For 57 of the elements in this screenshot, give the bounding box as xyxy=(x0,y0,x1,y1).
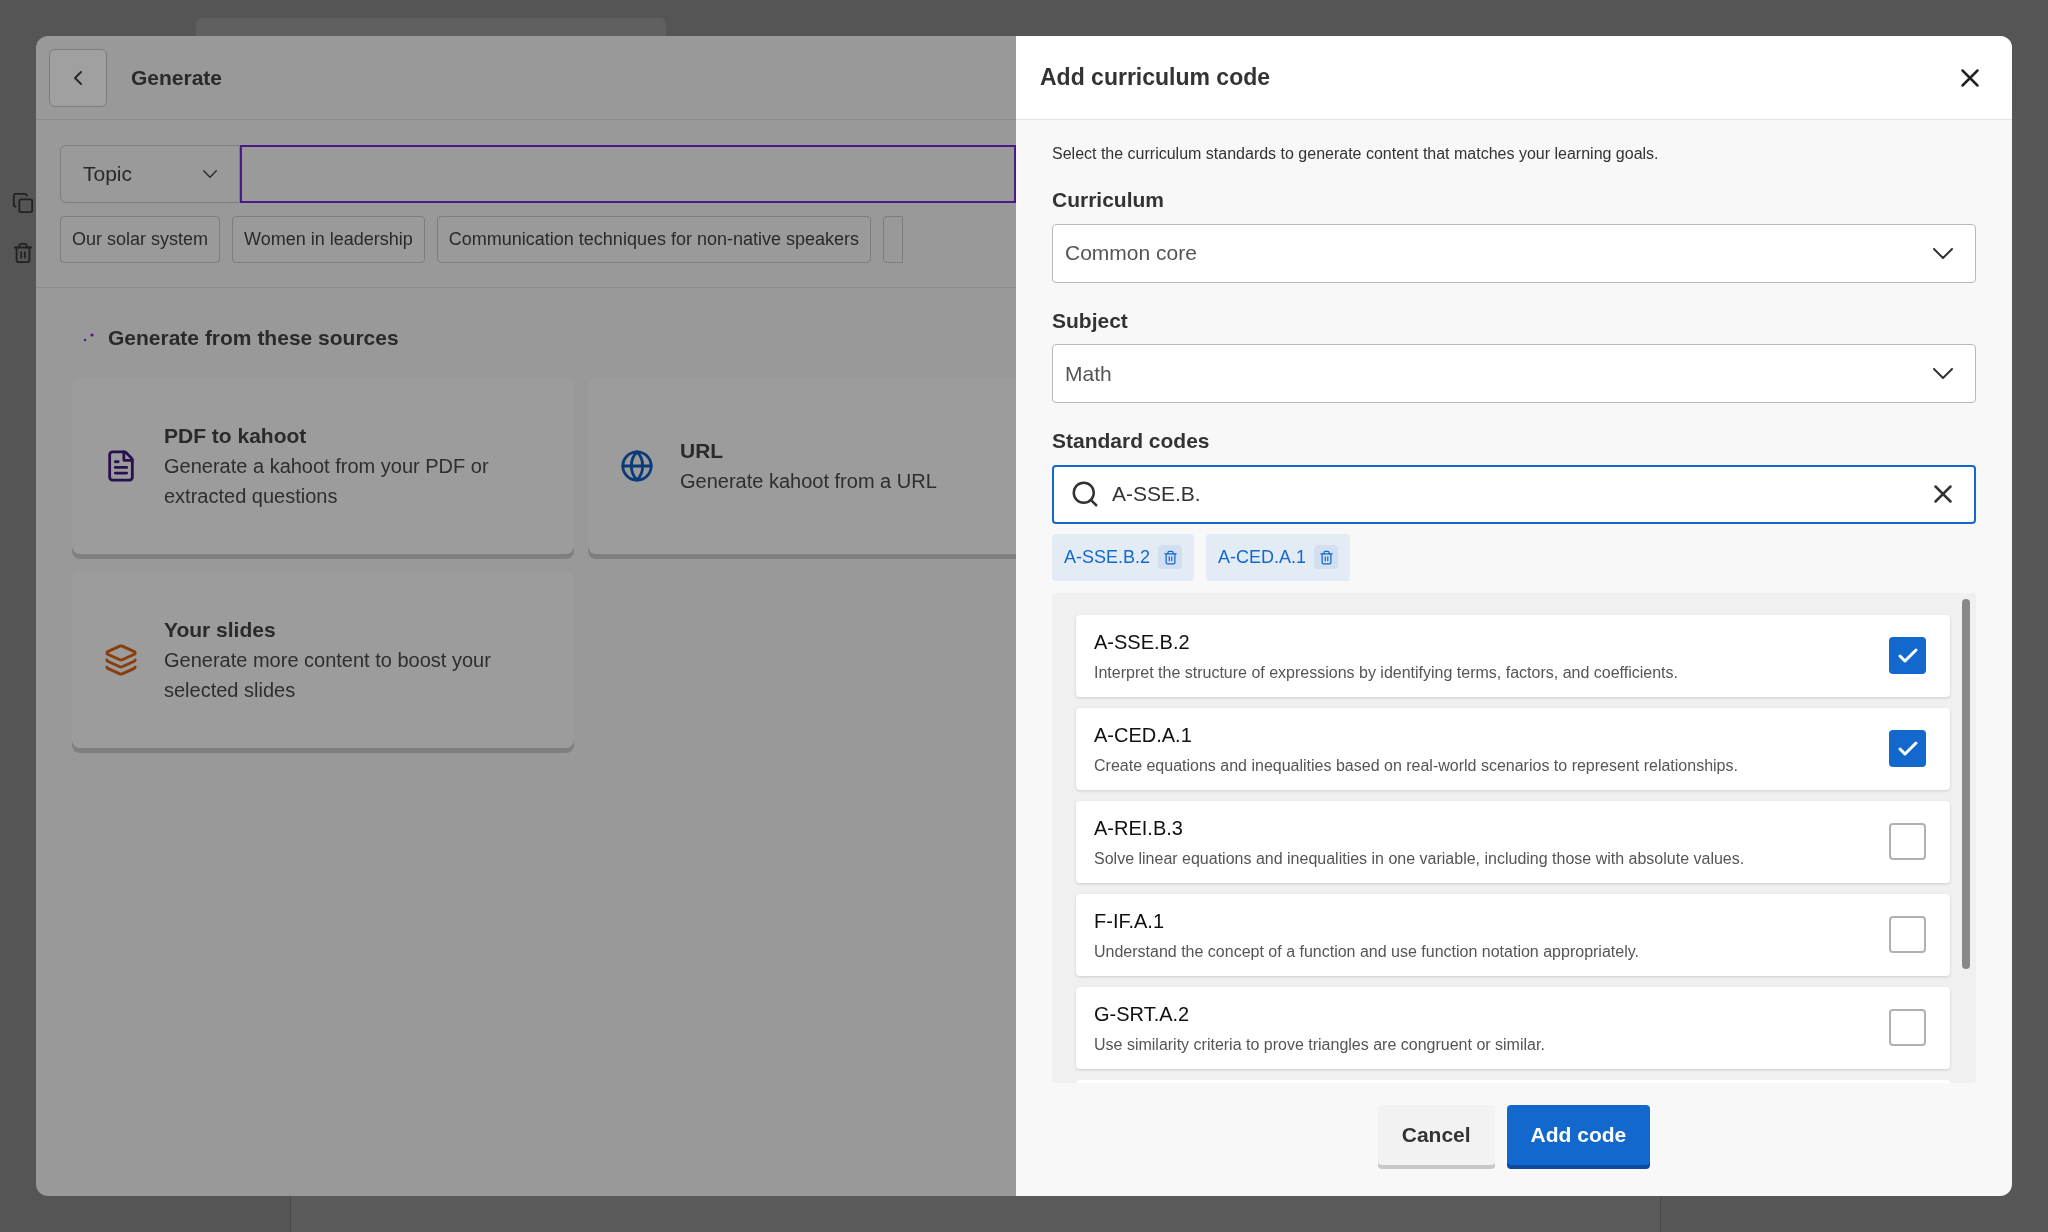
dialog-title: Add curriculum code xyxy=(1040,63,1271,93)
source-title: Your slides xyxy=(164,616,277,643)
panel-title: Generate xyxy=(131,64,223,91)
search-icon xyxy=(1070,479,1100,509)
option-code: F-IF.A.1 xyxy=(1094,908,1165,934)
code-option[interactable]: A-SSE.B.2 Interpret the structure of expressions by identifying terms, factors, and coefficients. xyxy=(1076,614,1950,697)
code-option[interactable]: A-CED.A.1 Create equations and inequalities based on real-world scenarios to represent relationships. xyxy=(1076,707,1950,790)
subject-select[interactable]: Math xyxy=(1052,344,1976,403)
field-label: Subject xyxy=(1052,307,1129,334)
suggestion-chip[interactable] xyxy=(883,216,904,263)
topic-select[interactable]: Topic xyxy=(60,145,240,203)
chevron-down-icon xyxy=(1933,247,1953,259)
source-description: Generate kahoot from a URL xyxy=(680,469,938,495)
trash-icon xyxy=(1318,549,1334,565)
checkbox[interactable] xyxy=(1889,637,1926,674)
option-code: A-SSE.B.2 xyxy=(1094,629,1191,655)
code-option[interactable]: F-IF.A.1 Understand the concept of a function and use function notation appropriately. xyxy=(1076,893,1950,976)
tag-label: A-CED.A.1 xyxy=(1218,545,1307,569)
option-description: Create equations and inequalities based on real-world scenarios to represent relationships. xyxy=(1094,755,1738,776)
copy-icon[interactable] xyxy=(12,192,34,214)
option-code: G-SRT.A.2 xyxy=(1094,1001,1191,1027)
slides-icon xyxy=(104,642,138,677)
remove-tag-button[interactable] xyxy=(1314,545,1339,569)
topic-input[interactable] xyxy=(240,145,1016,203)
chevron-down-icon xyxy=(1933,368,1953,379)
globe-icon xyxy=(620,448,654,483)
option-description: Interpret the structure of expressions by identifying terms, factors, and coefficients. xyxy=(1094,662,1678,683)
code-option[interactable]: A-REI.B.3 Solve linear equations and inequalities in one variable, including those with absolute values. xyxy=(1076,800,1950,883)
section-heading: Generate from these sources xyxy=(108,325,399,351)
source-title: PDF to kahoot xyxy=(164,422,308,449)
suggestion-chip[interactable]: Communication techniques for non-native speakers xyxy=(436,216,872,263)
option-description: Understand the concept of a function and use function notation appropriately. xyxy=(1094,941,1639,962)
remove-tag-button[interactable] xyxy=(1158,545,1183,569)
trash-icon xyxy=(1162,549,1178,565)
source-title: URL xyxy=(680,437,725,464)
curriculum-select[interactable]: Common core xyxy=(1052,223,1976,283)
option-description: Solve linear equations and inequalities in one variable, including those with absolute values. xyxy=(1094,848,1745,869)
checkbox[interactable] xyxy=(1889,1009,1926,1046)
suggestion-chip[interactable]: Women in leadership xyxy=(232,216,425,263)
back-button[interactable] xyxy=(49,48,107,107)
trash-icon[interactable] xyxy=(12,242,34,264)
source-description: Generate a kahoot from your PDF or extracted questions xyxy=(164,454,490,510)
scrollbar-thumb[interactable] xyxy=(1962,598,1970,969)
suggestion-chip[interactable]: Our solar system xyxy=(60,216,221,263)
dialog-intro: Select the curriculum standards to generate content that matches your learning goals. xyxy=(1052,144,1660,164)
checkbox[interactable] xyxy=(1889,730,1926,767)
sparkle-icon xyxy=(82,331,96,344)
source-description: Generate more content to boost your selected slides xyxy=(164,648,492,704)
code-option[interactable]: G-SRT.A.2 Use similarity criteria to prove triangles are congruent or similar. xyxy=(1076,986,1950,1069)
checkbox[interactable] xyxy=(1889,916,1926,953)
option-code: A-REI.B.3 xyxy=(1094,815,1184,841)
option-description: Use similarity criteria to prove triangles are congruent or similar. xyxy=(1094,1034,1545,1055)
field-label: Curriculum xyxy=(1052,187,1165,213)
code-search-field[interactable]: A-SSE.B. xyxy=(1052,464,1976,524)
chevron-down-icon xyxy=(203,170,217,178)
option-code: A-CED.A.1 xyxy=(1094,722,1193,748)
checkbox[interactable] xyxy=(1889,823,1926,860)
